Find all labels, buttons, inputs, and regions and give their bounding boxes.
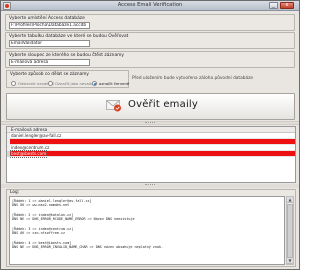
close-button[interactable]: x xyxy=(280,2,294,9)
radio-mark-invalid[interactable] xyxy=(48,81,53,86)
radio-mark-red-label: označit červeně xyxy=(99,81,130,86)
table-label: Vyberte tabulku databáze ve které se bud… xyxy=(9,34,129,39)
splitter-top[interactable] xyxy=(1,121,299,125)
column-group: Vyberte sloupec ze kterého se budou čtěs… xyxy=(5,51,295,68)
row-marker xyxy=(7,151,10,157)
scroll-down-icon[interactable]: ▼ xyxy=(287,258,293,264)
database-group: Vyberte umístění Access databáze F:\Prof… xyxy=(5,14,295,31)
splitter-bottom[interactable] xyxy=(1,184,299,188)
splitter-grip xyxy=(145,122,155,124)
title-bar: Access Email Verification _ x xyxy=(1,1,299,11)
scroll-thumb[interactable] xyxy=(287,204,293,258)
database-label: Vyberte umístění Access databáze xyxy=(9,16,85,21)
column-label: Vyberte sloupec ze kterého se budou čtěs… xyxy=(9,53,125,58)
log-scrollbar[interactable]: ▲ ▼ xyxy=(286,196,294,265)
log-line: DNS OK => csn.nfsoffree.cz xyxy=(12,231,66,235)
email-cell[interactable]: best@ibests.com xyxy=(9,150,48,158)
log-textarea[interactable]: [Řádek: 1 => daniel.lengler@av-fall.cz] … xyxy=(9,196,285,265)
options-label: Vyberte způsob co dělat se záznamy xyxy=(10,72,89,77)
log-line: DNS OK => ww.msx2.namdes.net xyxy=(12,203,70,207)
radio-mark-red[interactable] xyxy=(92,81,97,86)
options-group: Vyberte způsob co dělat se záznamy Odstr… xyxy=(6,70,129,88)
window-title: Access Email Verification xyxy=(117,2,183,8)
log-line: DNS NE => DNS_ERROR_RCODE_NAME_ERROR => … xyxy=(12,217,135,221)
log-group: Log: [Řádek: 1 => daniel.lengler@av-fall… xyxy=(6,189,296,267)
app-window: Access Email Verification _ x Vyberte um… xyxy=(0,0,300,270)
email-grid[interactable]: E-mailová adresa daniel.lengler@av-fall.… xyxy=(6,126,296,183)
table-row[interactable]: best@ibests.com xyxy=(7,150,295,158)
radio-remove-invalid[interactable] xyxy=(11,81,16,86)
log-label: Log: xyxy=(10,190,20,195)
verify-emails-label: Ověřit emaily xyxy=(128,99,199,110)
table-select[interactable]: EmailValidator xyxy=(9,40,90,47)
backup-note: Před uložením bude vytvořena záloha půvo… xyxy=(132,76,254,81)
table-group: Vyberte tabulku databáze ve které se bud… xyxy=(5,32,295,49)
log-line: DNS NE => DNS_ERROR_INVALID_NAME_CHAR =>… xyxy=(12,245,164,249)
radio-mark-invalid-label: Označit jako nevalidní xyxy=(55,81,97,86)
scroll-up-icon[interactable]: ▲ xyxy=(287,197,293,203)
minimize-button[interactable]: _ xyxy=(269,2,278,9)
database-path-field[interactable]: F:\Profiles\Plocha\Databáze1.accdb xyxy=(9,22,90,29)
splitter-grip xyxy=(145,184,155,186)
envelope-check-icon xyxy=(106,100,121,112)
column-select[interactable]: E-mailová adresa xyxy=(9,59,90,66)
verify-emails-button[interactable]: Ověřit emaily xyxy=(6,93,295,120)
